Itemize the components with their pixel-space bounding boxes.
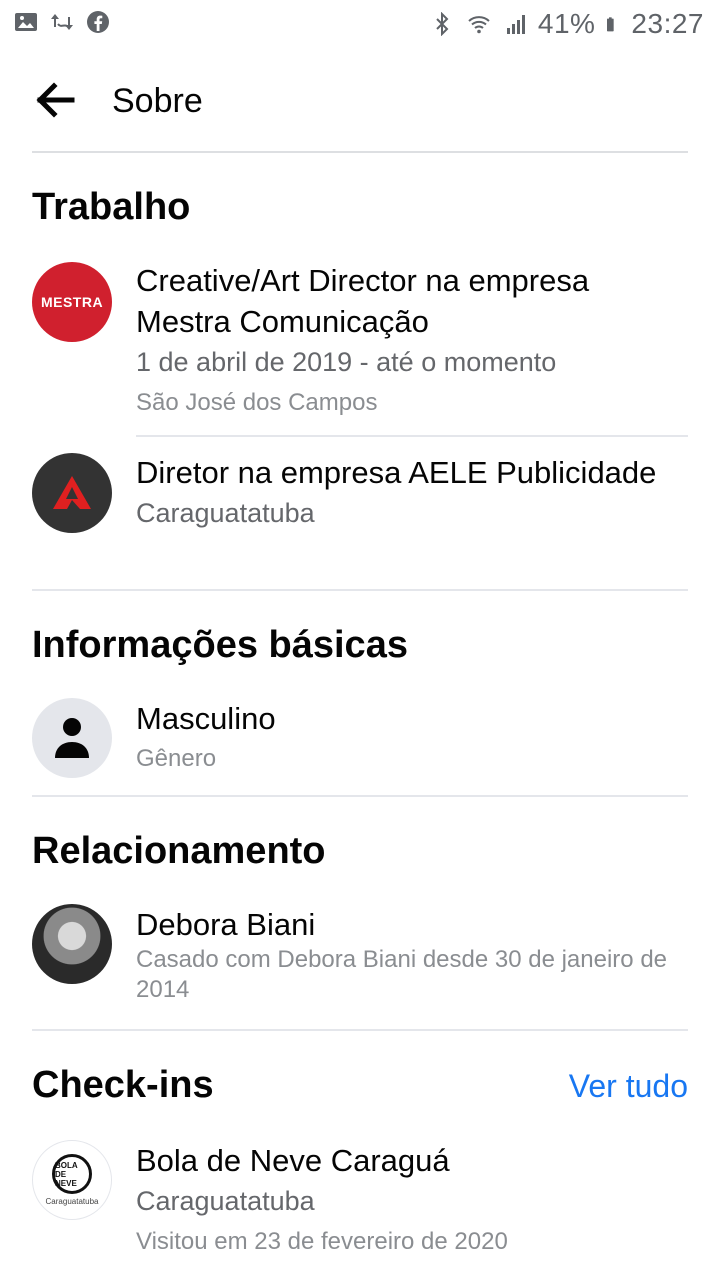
relationship-item[interactable]: Debora Biani Casado com Debora Biani des…: [32, 904, 688, 1024]
work-title: Creative/Art Director na empresa Mestra …: [136, 263, 590, 339]
back-arrow-icon[interactable]: [36, 82, 76, 118]
checkins-section-title: Check-ins: [32, 1064, 214, 1106]
work-dates: 1 de abril de 2019 - até o momento: [136, 347, 557, 377]
app-header: Sobre: [0, 50, 720, 150]
checkin-item[interactable]: BOLA DE NEVE Caraguatatuba Bola de Neve …: [32, 1140, 688, 1270]
work-location: São José dos Campos: [136, 389, 378, 416]
place-name: Bola de Neve Caraguá: [136, 1143, 450, 1178]
aele-logo-icon: [53, 476, 91, 509]
bluetooth-icon: [436, 12, 449, 36]
see-all-link[interactable]: Ver tudo: [569, 1068, 688, 1105]
divider: [136, 435, 688, 437]
header-divider: [32, 151, 688, 153]
relationship-status: Casado com Debora Biani desde 30 de jane…: [136, 946, 668, 1003]
facebook-icon: [87, 11, 109, 33]
battery-percent: 41%: [537, 8, 596, 39]
work-item[interactable]: MESTRA Creative/Art Director na empresa …: [32, 260, 688, 420]
work-item[interactable]: Diretor na empresa AELE Publicidade Cara…: [32, 452, 688, 582]
company-logo: [32, 453, 112, 533]
partner-name: Debora Biani: [136, 907, 316, 942]
partner-avatar: [32, 904, 112, 984]
signal-icon: [506, 15, 525, 34]
work-location: Caraguatatuba: [136, 498, 315, 528]
section-divider: [32, 1029, 688, 1031]
work-title: Diretor na empresa AELE Publicidade: [136, 455, 657, 490]
person-icon: [55, 718, 89, 758]
page-title: Sobre: [112, 82, 203, 120]
gender-label: Gênero: [136, 745, 217, 772]
data-transfer-icon: [51, 14, 73, 30]
visit-date: Visitou em 23 de fevereiro de 2020: [136, 1228, 508, 1255]
gender-value: Masculino: [136, 701, 276, 736]
company-logo: MESTRA: [32, 262, 112, 342]
status-bar: 41% 23:27: [0, 0, 720, 50]
image-icon: [15, 13, 37, 31]
basic-section-title: Informações básicas: [32, 624, 408, 666]
place-logo: BOLA DE NEVE Caraguatatuba: [32, 1140, 112, 1220]
section-divider: [32, 795, 688, 797]
place-location: Caraguatatuba: [136, 1186, 315, 1216]
relationship-section-title: Relacionamento: [32, 830, 326, 872]
basic-info-item: Masculino Gênero: [32, 698, 688, 788]
wifi-icon: [468, 16, 490, 34]
gender-avatar: [32, 698, 112, 778]
battery-icon: [607, 17, 615, 32]
section-divider: [32, 589, 688, 591]
work-section-title: Trabalho: [32, 186, 191, 228]
clock: 23:27: [631, 8, 704, 39]
